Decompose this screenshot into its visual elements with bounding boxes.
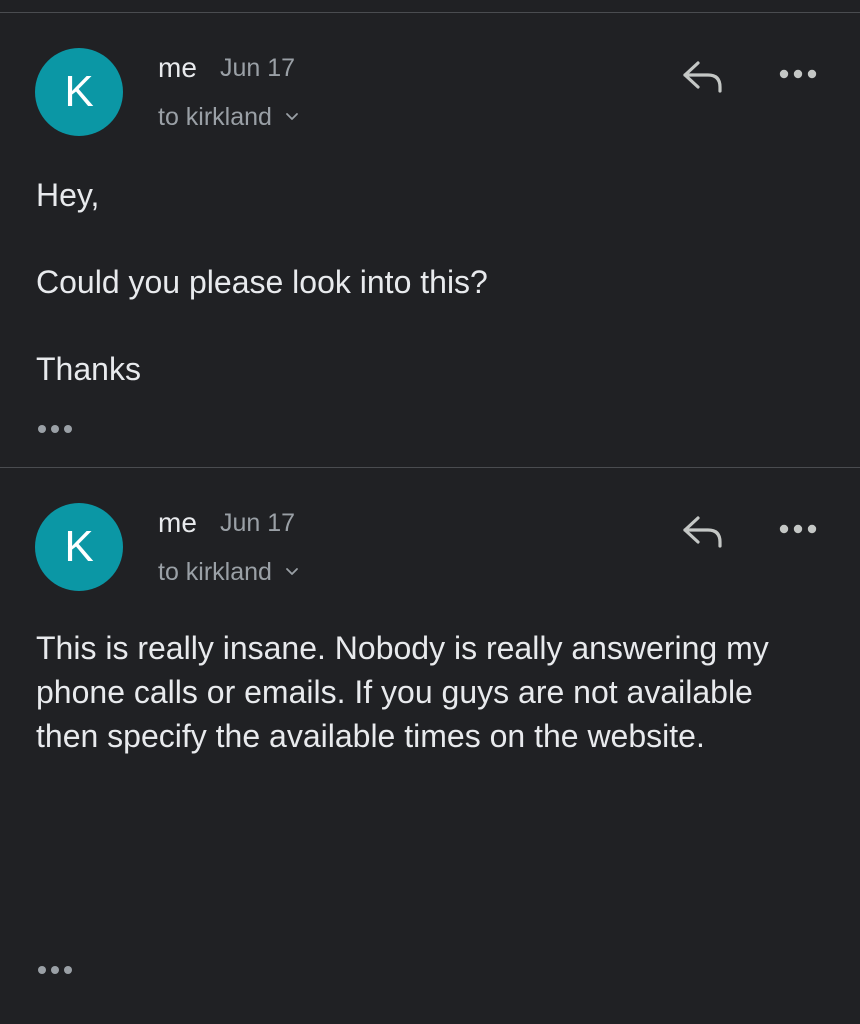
- message-date: Jun 17: [220, 54, 296, 82]
- sender-avatar[interactable]: K: [35, 48, 123, 136]
- message-date: Jun 17: [220, 509, 296, 537]
- show-trimmed-content-icon[interactable]: [36, 962, 76, 978]
- more-options-icon[interactable]: [776, 518, 820, 540]
- message-body-line: Thanks: [36, 351, 141, 387]
- sender-avatar[interactable]: K: [35, 503, 123, 591]
- sender-name: me: [158, 507, 197, 538]
- email-thread: K me Jun 17 to kirkland Hey, Could you p…: [0, 0, 860, 1024]
- message-body-line: Could you please look into this?: [36, 264, 488, 300]
- reply-icon[interactable]: [680, 510, 726, 550]
- reply-icon[interactable]: [680, 55, 726, 95]
- recipient-label: to kirkland: [158, 558, 272, 586]
- recipient-toggle[interactable]: to kirkland: [158, 556, 300, 588]
- show-trimmed-content-icon[interactable]: [36, 421, 76, 437]
- chevron-down-icon: [286, 568, 298, 575]
- message-body: This is really insane. Nobody is really …: [36, 630, 769, 754]
- message-body-line: Hey,: [36, 177, 100, 213]
- recipient-label: to kirkland: [158, 103, 272, 131]
- sender-name: me: [158, 52, 197, 83]
- more-options-icon[interactable]: [776, 63, 820, 85]
- email-message-1[interactable]: K me Jun 17 to kirkland Hey, Could you p…: [0, 13, 860, 467]
- recipient-toggle[interactable]: to kirkland: [158, 101, 300, 133]
- chevron-down-icon: [286, 113, 298, 120]
- email-message-2[interactable]: K me Jun 17 to kirkland This is really i…: [0, 468, 860, 1024]
